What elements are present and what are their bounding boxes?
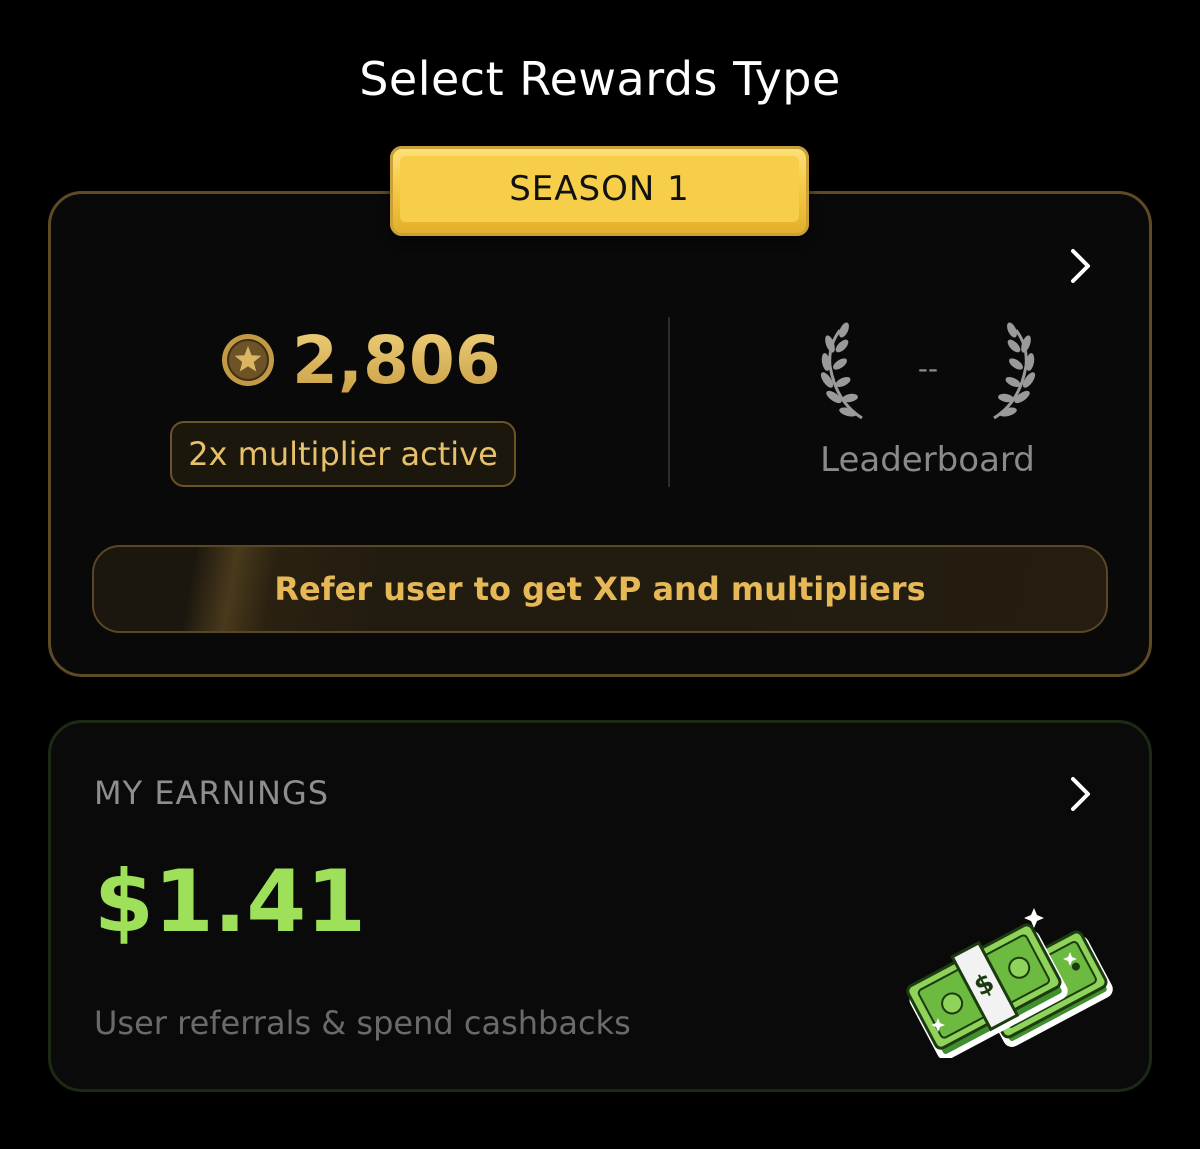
season-badge-label: SEASON 1 [509,169,690,209]
page-title: Select Rewards Type [359,52,841,106]
chevron-right-icon[interactable] [1060,246,1100,286]
earnings-caption: User referrals & spend cashbacks [94,1004,631,1042]
multiplier-label: 2x multiplier active [188,435,498,473]
xp-value: 2,806 [292,321,501,399]
laurel-right-icon [993,322,1036,420]
rewards-page: Select Rewards Type SEASON 1 2,806 2x mu… [0,0,1200,1149]
refer-button-label: Refer user to get XP and multipliers [274,570,926,608]
leaderboard-label[interactable]: Leaderboard [790,440,1065,480]
star-coin-icon [222,334,274,386]
chevron-right-icon[interactable] [1060,774,1100,814]
stat-divider [668,317,670,487]
leaderboard-rank: -- [917,352,939,385]
xp-balance: 2,806 [220,321,501,399]
earnings-heading: MY EARNINGS [94,774,330,812]
cash-stack-icon: $ [906,908,1113,1058]
earnings-amount: $1.41 [94,852,367,952]
season-badge: SEASON 1 [390,146,809,236]
multiplier-badge: 2x multiplier active [170,421,516,487]
refer-user-button[interactable]: Refer user to get XP and multipliers [92,545,1108,633]
laurel-left-icon [820,322,863,420]
